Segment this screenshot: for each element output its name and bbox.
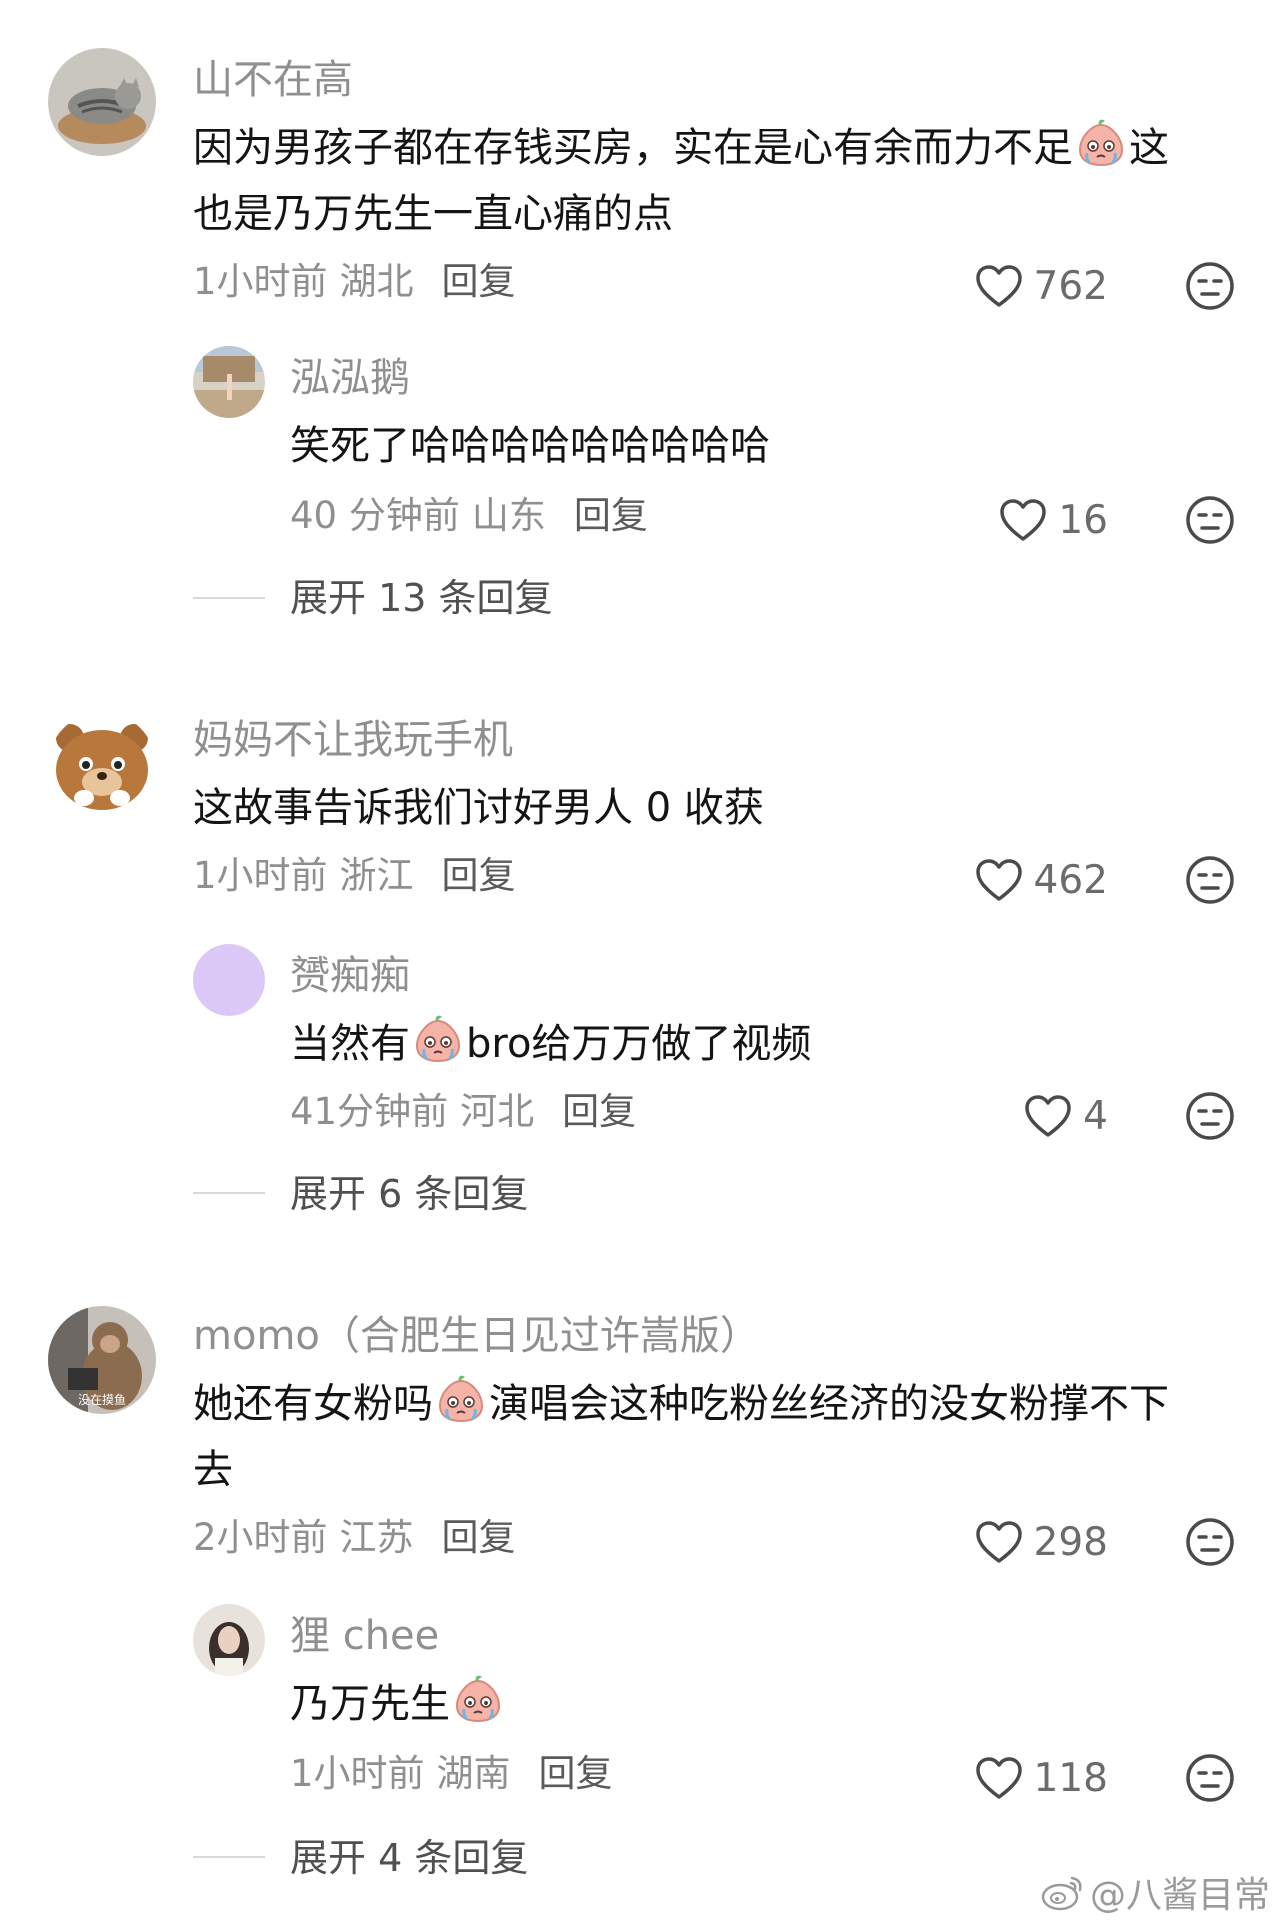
avatar-caption: 没在摸鱼 — [78, 1392, 126, 1407]
timestamp: 1小时前 — [193, 260, 328, 303]
comment-text-line: 去 — [193, 1447, 233, 1493]
watermark-text: @八酱目常 — [1089, 1875, 1270, 1916]
comment-text-line: 也是乃万先生一直心痛的点 — [193, 191, 673, 237]
username[interactable]: momo（合肥生日见过许嵩版） — [193, 1312, 760, 1360]
comment-meta: 40 分钟前 山东 回复 — [290, 492, 648, 540]
comment-meta: 1小时前 浙江 回复 — [193, 852, 516, 900]
comment-text-part: 演唱会这种吃粉丝经济的没女粉撑不下 — [489, 1381, 1169, 1427]
comment-meta: 2小时前 江苏 回复 — [193, 1514, 516, 1562]
comment-text-part: 她还有女粉吗 — [193, 1381, 433, 1427]
reply-text-part: 乃万先生 — [290, 1681, 450, 1727]
crying-peach-emoji-icon — [412, 1013, 464, 1065]
reply-button[interactable]: 回复 — [442, 1516, 516, 1559]
username[interactable]: 狸 chee — [290, 1612, 439, 1660]
reply-button[interactable]: 回复 — [442, 260, 516, 303]
divider — [193, 1856, 265, 1858]
like-count: 16 — [1058, 497, 1108, 543]
like-button[interactable]: 298 — [974, 1514, 1108, 1570]
timestamp: 1小时前 — [290, 1752, 425, 1795]
expand-replies-button[interactable]: 展开 6 条回复 — [290, 1170, 528, 1218]
location: 浙江 — [339, 854, 414, 897]
avatar-reply-user[interactable] — [193, 1604, 265, 1676]
like-count: 4 — [1083, 1093, 1108, 1139]
reply-text: 乃万先生 — [290, 1670, 506, 1738]
reply-text-part: bro给万万做了视频 — [466, 1021, 812, 1067]
heart-outline-icon — [974, 857, 1024, 903]
reply-text: 笑死了哈哈哈哈哈哈哈哈哈 — [290, 423, 770, 469]
crying-peach-emoji-icon — [1075, 117, 1127, 169]
comment-meta: 41分钟前 河北 回复 — [290, 1088, 636, 1136]
avatar-monkey[interactable]: 没在摸鱼 — [48, 1306, 156, 1414]
like-button[interactable]: 762 — [974, 258, 1108, 314]
like-button[interactable]: 16 — [998, 492, 1108, 548]
weibo-logo-icon — [1041, 1876, 1082, 1911]
avatar-reply-user[interactable] — [193, 346, 265, 418]
comment-meta: 1小时前 湖南 回复 — [290, 1750, 613, 1798]
divider — [193, 597, 265, 599]
location: 湖南 — [436, 1752, 511, 1795]
neutral-face-icon[interactable] — [1184, 260, 1236, 312]
location: 湖北 — [339, 260, 414, 303]
avatar-bear[interactable] — [48, 712, 156, 820]
heart-outline-icon — [1023, 1093, 1073, 1139]
neutral-face-icon[interactable] — [1184, 1752, 1236, 1804]
location: 山东 — [471, 494, 546, 537]
location: 河北 — [460, 1090, 535, 1133]
timestamp: 41分钟前 — [290, 1090, 449, 1133]
heart-outline-icon — [974, 1755, 1024, 1801]
username[interactable]: 山不在高 — [193, 56, 353, 104]
like-button[interactable]: 118 — [974, 1750, 1108, 1806]
comment-meta: 1小时前 湖北 回复 — [193, 258, 516, 306]
reply-text-part: 当然有 — [290, 1021, 410, 1067]
comment-text-part: 因为男孩子都在存钱买房，实在是心有余而力不足 — [193, 125, 1073, 171]
avatar-cat[interactable] — [48, 48, 156, 156]
reply-text: 当然有 bro给万万做了视频 — [290, 1010, 811, 1078]
avatar-reply-user[interactable] — [193, 944, 265, 1016]
comment-text: 这故事告诉我们讨好男人 0 收获 — [193, 785, 764, 831]
divider — [193, 1192, 265, 1194]
timestamp: 2小时前 — [193, 1516, 328, 1559]
like-count: 118 — [1033, 1755, 1108, 1801]
timestamp: 40 分钟前 — [290, 494, 460, 537]
neutral-face-icon[interactable] — [1184, 494, 1236, 546]
heart-outline-icon — [974, 1519, 1024, 1565]
username[interactable]: 泓泓鹅 — [290, 354, 410, 402]
expand-replies-button[interactable]: 展开 13 条回复 — [290, 574, 553, 622]
reply-button[interactable]: 回复 — [539, 1752, 613, 1795]
reply-button[interactable]: 回复 — [574, 494, 648, 537]
reply-button[interactable]: 回复 — [442, 854, 516, 897]
heart-outline-icon — [998, 497, 1048, 543]
heart-outline-icon — [974, 263, 1024, 309]
comment-text: 因为男孩子都在存钱买房，实在是心有余而力不足 这 — [193, 114, 1233, 182]
location: 江苏 — [339, 1516, 414, 1559]
weibo-watermark: @八酱目常 — [1040, 1866, 1270, 1918]
crying-peach-emoji-icon — [452, 1673, 504, 1725]
timestamp: 1小时前 — [193, 854, 328, 897]
expand-replies-button[interactable]: 展开 4 条回复 — [290, 1834, 528, 1882]
username[interactable]: 妈妈不让我玩手机 — [193, 716, 513, 764]
comment-text-part: 这 — [1129, 125, 1169, 171]
like-count: 298 — [1033, 1519, 1108, 1565]
like-button[interactable]: 462 — [974, 852, 1108, 908]
username[interactable]: 赟痴痴 — [290, 952, 410, 1000]
crying-peach-emoji-icon — [435, 1373, 487, 1425]
neutral-face-icon[interactable] — [1184, 854, 1236, 906]
reply-button[interactable]: 回复 — [562, 1090, 636, 1133]
comment-text: 她还有女粉吗 演唱会这种吃粉丝经济的没女粉撑不下 — [193, 1370, 1233, 1438]
neutral-face-icon[interactable] — [1184, 1516, 1236, 1568]
like-count: 762 — [1033, 263, 1108, 309]
like-button[interactable]: 4 — [1023, 1088, 1108, 1144]
like-count: 462 — [1033, 857, 1108, 903]
neutral-face-icon[interactable] — [1184, 1090, 1236, 1142]
